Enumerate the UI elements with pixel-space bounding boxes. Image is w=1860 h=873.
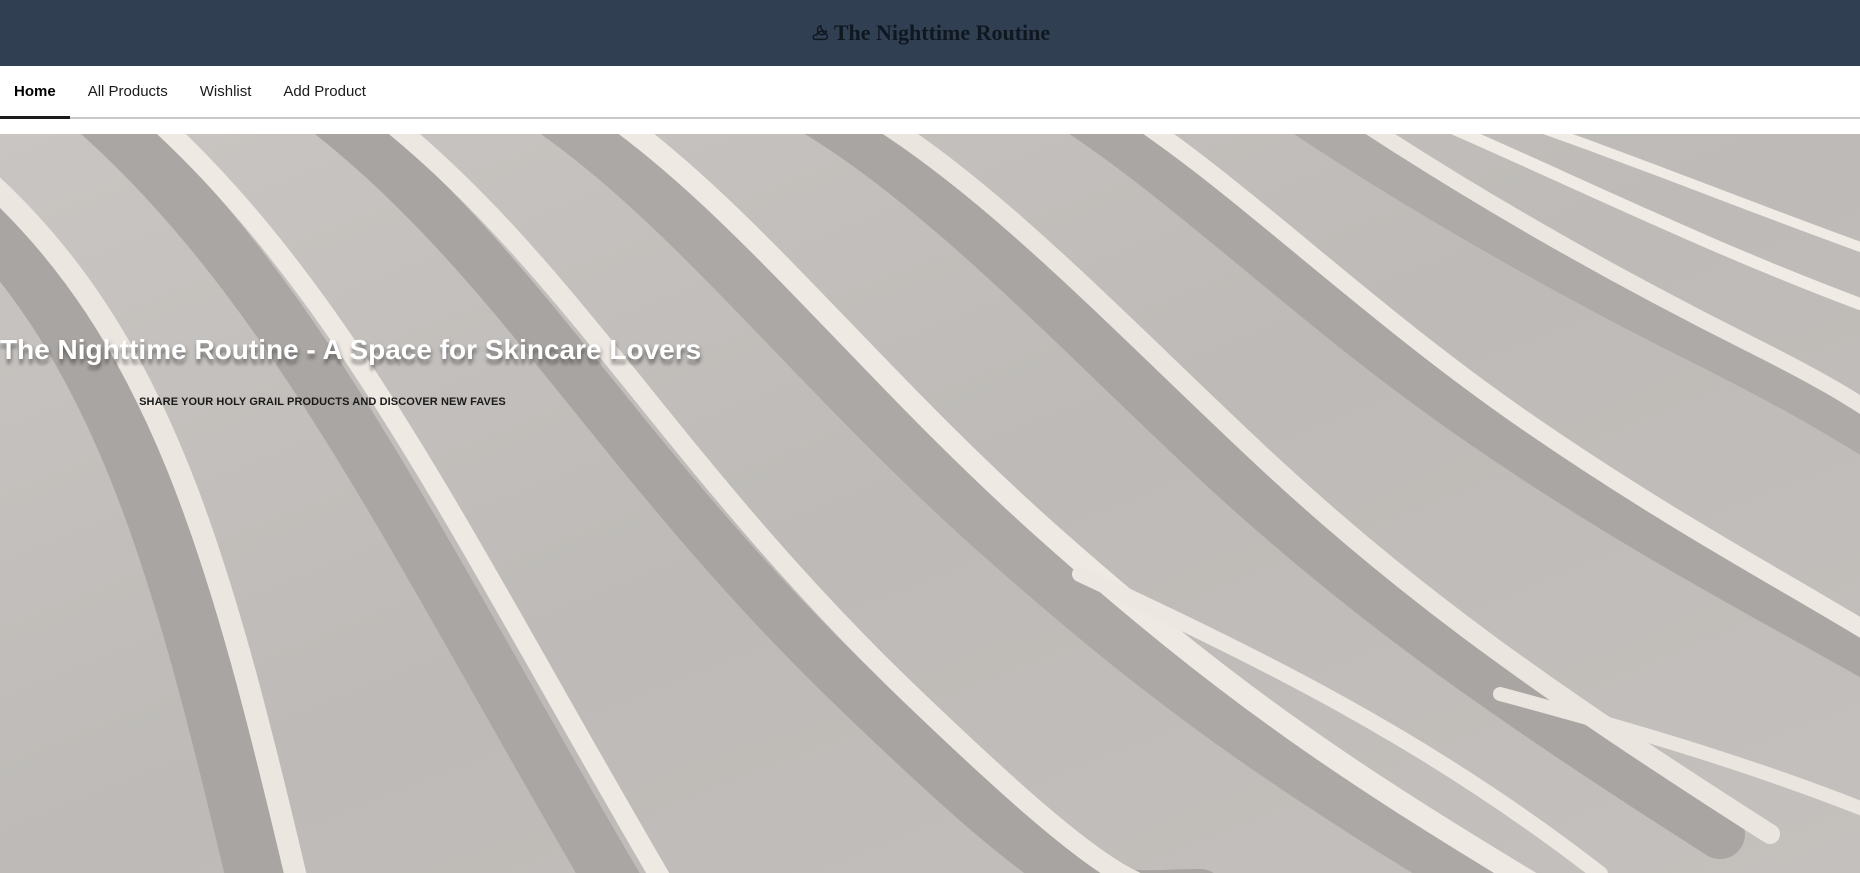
nav-item-label: Wishlist (199, 83, 252, 100)
cloud-moon-icon (810, 22, 832, 44)
main-nav: Home All Products Wishlist Add Product (0, 66, 1860, 119)
nav-item-wishlist[interactable]: Wishlist (186, 66, 266, 117)
site-title: The Nighttime Routine (833, 20, 1051, 45)
hero-title: The Nighttime Routine - A Space for Skin… (0, 334, 702, 365)
hero-banner: The Nighttime Routine - A Space for Skin… (0, 134, 1860, 873)
nav-item-all-products[interactable]: All Products (74, 66, 182, 117)
nav-item-label: Add Product (283, 83, 366, 100)
site-brand[interactable]: The Nighttime Routine (810, 20, 1050, 46)
nav-item-label: All Products (87, 83, 168, 100)
nav-item-home[interactable]: Home (0, 66, 70, 119)
sand-dunes-image (0, 134, 1860, 873)
nav-item-add-product[interactable]: Add Product (269, 66, 380, 117)
nav-item-label: Home (14, 83, 56, 100)
hero-subtitle: SHARE YOUR HOLY GRAIL PRODUCTS AND DISCO… (139, 396, 506, 408)
site-header: The Nighttime Routine (0, 0, 1860, 66)
